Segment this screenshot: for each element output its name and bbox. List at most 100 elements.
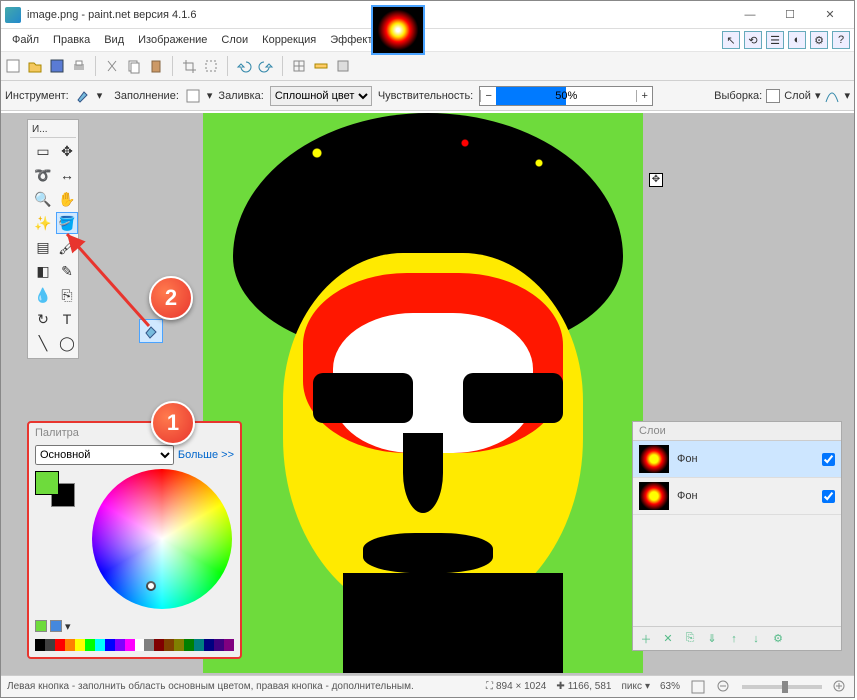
color-swatches[interactable]	[35, 471, 75, 507]
palette-color[interactable]	[105, 639, 115, 651]
tool-label: Инструмент:	[5, 90, 69, 102]
zoom-icon[interactable]: 🔍	[32, 188, 54, 210]
palette-color[interactable]	[194, 639, 204, 651]
palette-color[interactable]	[115, 639, 125, 651]
more-link[interactable]: Больше >>	[178, 449, 234, 461]
maximize-button[interactable]: ☐	[770, 2, 810, 28]
help-icon[interactable]: ?	[832, 31, 850, 49]
layer-row[interactable]: Фон	[633, 478, 841, 515]
close-button[interactable]: ✕	[810, 2, 850, 28]
zoom-slider[interactable]	[742, 685, 822, 689]
palette-color[interactable]	[85, 639, 95, 651]
menu-Слои[interactable]: Слои	[214, 31, 255, 49]
open-icon[interactable]	[27, 58, 43, 74]
palette-color[interactable]	[174, 639, 184, 651]
redo-icon[interactable]	[258, 58, 274, 74]
rect-select-icon[interactable]: ▭	[32, 140, 54, 162]
recolor-icon[interactable]: ↻	[32, 308, 54, 330]
antialias-icon[interactable]	[824, 88, 840, 104]
palette-color[interactable]	[164, 639, 174, 651]
recent-color[interactable]	[35, 620, 47, 632]
palette-color[interactable]	[154, 639, 164, 651]
wand-icon[interactable]: ✨	[32, 212, 54, 234]
print-icon[interactable]	[71, 58, 87, 74]
picker-icon[interactable]: 💧	[32, 284, 54, 306]
colors-title: Палитра	[29, 423, 240, 443]
copy-icon[interactable]	[126, 58, 142, 74]
minimize-button[interactable]: —	[730, 2, 770, 28]
colors-icon[interactable]: ◐	[788, 31, 806, 49]
menu-Вид[interactable]: Вид	[97, 31, 131, 49]
color-wheel[interactable]	[92, 469, 232, 609]
lasso-icon[interactable]: ➰	[32, 164, 54, 186]
flood-label: Заливка:	[218, 90, 263, 102]
palette-color[interactable]	[204, 639, 214, 651]
pixel-grid-icon[interactable]	[335, 58, 351, 74]
ruler-icon[interactable]	[313, 58, 329, 74]
move-up-icon[interactable]: ↑	[725, 630, 743, 648]
paste-icon[interactable]	[148, 58, 164, 74]
pan-icon[interactable]: ✋	[56, 188, 78, 210]
move-down-icon[interactable]: ↓	[747, 630, 765, 648]
gradient-icon[interactable]: ▤	[32, 236, 54, 258]
layer-row[interactable]: Фон	[633, 441, 841, 478]
palette-color[interactable]	[95, 639, 105, 651]
move-icon[interactable]: ✥	[56, 140, 78, 162]
tool-icon[interactable]: ↖	[722, 31, 740, 49]
palette-color[interactable]	[55, 639, 65, 651]
sensitivity-slider[interactable]: − 50% +	[479, 86, 653, 106]
line-icon[interactable]: ╲	[32, 332, 54, 354]
delete-layer-icon[interactable]: ✕	[659, 630, 677, 648]
sensitivity-minus[interactable]: −	[480, 90, 496, 102]
palette-color[interactable]	[45, 639, 55, 651]
menu-Правка[interactable]: Правка	[46, 31, 97, 49]
palette-color[interactable]	[214, 639, 224, 651]
palette-color[interactable]	[75, 639, 85, 651]
eraser-icon[interactable]: ◧	[32, 260, 54, 282]
menu-Файл[interactable]: Файл	[5, 31, 46, 49]
canvas[interactable]: ✥	[203, 113, 643, 673]
layer-visible-checkbox[interactable]	[822, 490, 835, 503]
duplicate-layer-icon[interactable]: ⎘	[681, 630, 699, 648]
palette-color[interactable]	[65, 639, 75, 651]
current-tool-icon[interactable]	[75, 88, 91, 104]
flood-mode-select[interactable]: Сплошной цвет	[270, 86, 372, 106]
layer-visible-checkbox[interactable]	[822, 453, 835, 466]
zoom-in-icon[interactable]	[832, 679, 848, 695]
document-thumbnail[interactable]	[371, 5, 425, 55]
recent-color[interactable]	[50, 620, 62, 632]
palette-color[interactable]	[125, 639, 135, 651]
fit-window-icon[interactable]	[690, 679, 706, 695]
palette-color[interactable]	[224, 639, 234, 651]
move-handle-icon[interactable]: ✥	[649, 173, 663, 187]
menu-Изображение[interactable]: Изображение	[131, 31, 214, 49]
add-layer-icon[interactable]: ＋	[637, 630, 655, 648]
move-sel-icon[interactable]: ↔	[56, 164, 78, 186]
layers-icon[interactable]: ☰	[766, 31, 784, 49]
status-hint: Левая кнопка - заполнить область основны…	[7, 681, 414, 692]
history-icon[interactable]: ⟲	[744, 31, 762, 49]
annotation-arrow	[59, 226, 159, 336]
palette-color[interactable]	[184, 639, 194, 651]
undo-icon[interactable]	[236, 58, 252, 74]
settings-icon[interactable]: ⚙	[810, 31, 828, 49]
save-icon[interactable]	[49, 58, 65, 74]
palette-strip[interactable]	[35, 639, 234, 651]
menu-Коррекция[interactable]: Коррекция	[255, 31, 323, 49]
fill-style-icon[interactable]	[185, 88, 201, 104]
layer-scope-icon[interactable]	[766, 89, 780, 103]
merge-down-icon[interactable]: ⇓	[703, 630, 721, 648]
properties-icon[interactable]: ⚙	[769, 630, 787, 648]
deselect-icon[interactable]	[203, 58, 219, 74]
sensitivity-plus[interactable]: +	[636, 90, 652, 102]
cut-icon[interactable]	[104, 58, 120, 74]
palette-color[interactable]	[135, 639, 145, 651]
crop-icon[interactable]	[181, 58, 197, 74]
zoom-out-icon[interactable]	[716, 679, 732, 695]
color-mode-select[interactable]: Основной	[35, 445, 174, 465]
palette-color[interactable]	[144, 639, 154, 651]
grid-icon[interactable]	[291, 58, 307, 74]
palette-color[interactable]	[35, 639, 45, 651]
new-icon[interactable]	[5, 58, 21, 74]
annotation-badge-2: 2	[149, 276, 193, 320]
